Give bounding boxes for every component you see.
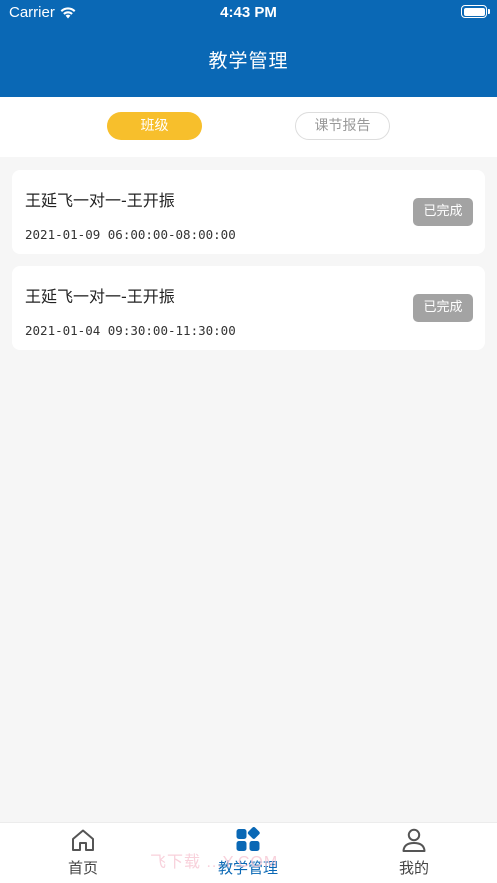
tab-home[interactable]: 首页 bbox=[23, 823, 143, 883]
clock: 4:43 PM bbox=[220, 4, 277, 21]
page-title: 教学管理 bbox=[208, 50, 289, 72]
grid-icon bbox=[235, 827, 261, 853]
class-card[interactable]: 王延飞一对一-王开振 2021-01-04 09:30:00-11:30:00 … bbox=[12, 266, 485, 350]
tab-label: 首页 bbox=[67, 859, 98, 877]
tab-teaching[interactable]: 教学管理 bbox=[188, 823, 308, 883]
class-title: 王延飞一对一-王开振 bbox=[25, 191, 175, 210]
app-header: Carrier 4:43 PM 教学管理 bbox=[0, 0, 497, 97]
tab-bar: 首页 教学管理 我的 bbox=[0, 822, 497, 883]
status-badge: 已完成 bbox=[413, 198, 473, 226]
status-badge: 已完成 bbox=[413, 294, 473, 322]
segment-classes[interactable]: 班级 bbox=[107, 112, 202, 140]
status-bar: Carrier 4:43 PM bbox=[0, 0, 497, 26]
class-time: 2021-01-09 06:00:00-08:00:00 bbox=[25, 227, 236, 242]
class-time: 2021-01-04 09:30:00-11:30:00 bbox=[25, 323, 236, 338]
class-title: 王延飞一对一-王开振 bbox=[25, 287, 175, 306]
battery-cap bbox=[488, 9, 490, 14]
tab-label: 我的 bbox=[398, 859, 429, 877]
segment-lesson-report[interactable]: 课节报告 bbox=[295, 112, 390, 140]
battery-icon bbox=[461, 5, 487, 18]
home-icon bbox=[70, 827, 96, 853]
segment-control: 班级 课节报告 bbox=[0, 97, 497, 157]
tab-label: 教学管理 bbox=[217, 859, 278, 877]
class-card[interactable]: 王延飞一对一-王开振 2021-01-09 06:00:00-08:00:00 … bbox=[12, 170, 485, 254]
tab-profile[interactable]: 我的 bbox=[354, 823, 474, 883]
person-icon bbox=[401, 827, 427, 853]
